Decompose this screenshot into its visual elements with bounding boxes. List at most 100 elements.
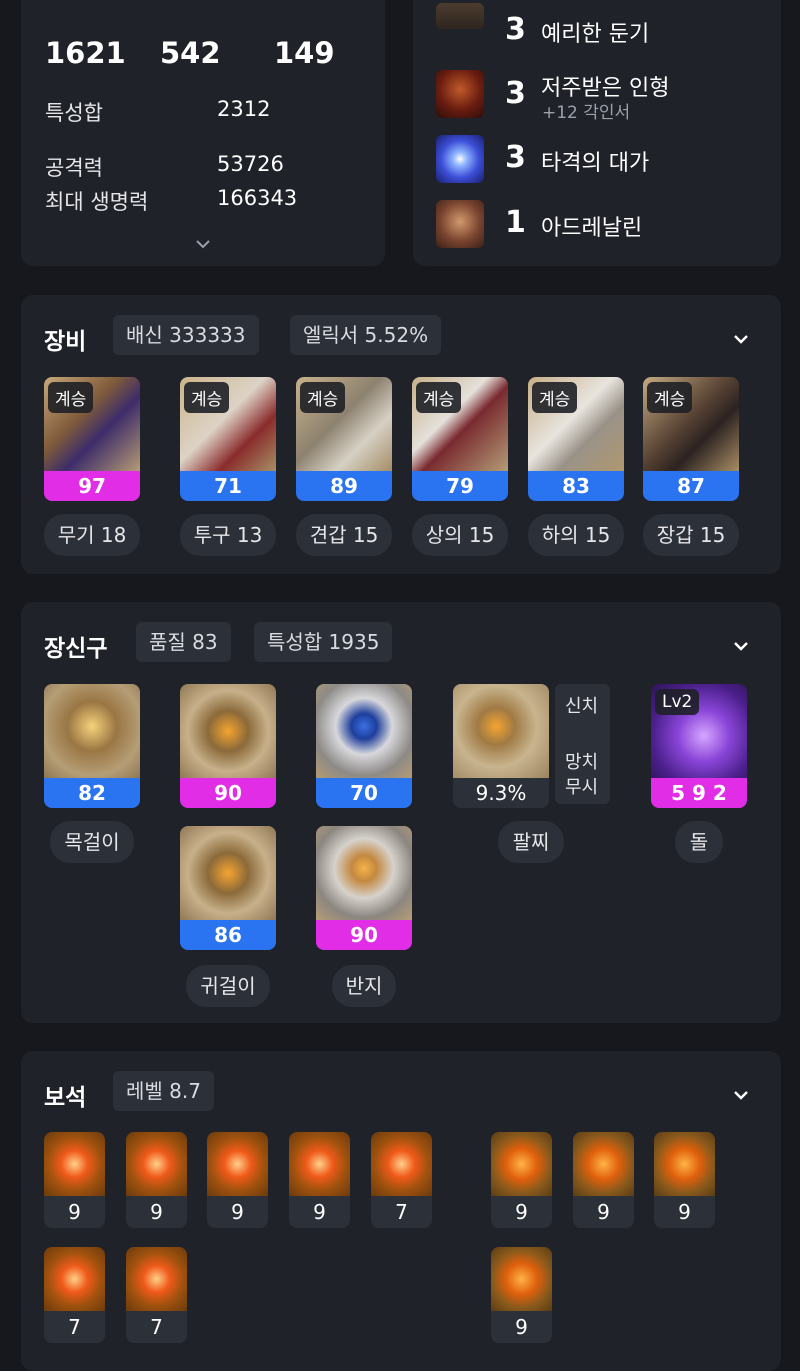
engraving-icon-adrenaline <box>436 200 484 248</box>
quality-bar: 97 <box>44 471 140 501</box>
gem-damage[interactable]: 9 <box>126 1132 187 1228</box>
gem-damage[interactable]: 7 <box>44 1247 105 1343</box>
engraving-icon-blunt <box>436 3 484 29</box>
bracelet-effect: 무시 <box>565 777 599 798</box>
engravings-card: 3 예리한 둔기 3 저주받은 인형 +12 각인서 3 타격의 대가 1 아드… <box>413 0 781 266</box>
ring-image <box>316 826 412 920</box>
quality-bar: 90 <box>316 920 412 950</box>
equipment-label-helmet: 투구 13 <box>180 514 276 556</box>
equipment-label-shoulder: 견갑 15 <box>296 514 392 556</box>
engraving-icon-cursed-doll <box>436 70 484 118</box>
stat-label-max-hp: 최대 생명력 <box>45 190 149 214</box>
gem-level-chip: 레벨 8.7 <box>113 1071 214 1111</box>
gem-damage[interactable]: 9 <box>289 1132 350 1228</box>
accessories-section: 장신구 품질 83 특성합 1935 82 목걸이 90 86 귀걸이 70 9… <box>21 602 781 1023</box>
accessory-earring-2[interactable]: 86 <box>180 826 276 950</box>
gem-cooldown[interactable]: 9 <box>654 1132 715 1228</box>
quality-bar: 70 <box>316 778 412 808</box>
succession-tag: 계승 <box>184 382 230 413</box>
accessories-collapse-chevron-icon[interactable] <box>730 635 752 657</box>
damage-gem-image <box>371 1132 432 1196</box>
gems-title: 보석 <box>44 1085 87 1111</box>
elixir-chip: 엘릭서 5.52% <box>290 315 442 355</box>
damage-gem-image <box>207 1132 268 1196</box>
quality-bar: 71 <box>180 471 276 501</box>
equipment-label-top: 상의 15 <box>412 514 508 556</box>
equipment-collapse-chevron-icon[interactable] <box>730 328 752 350</box>
accessory-bracelet[interactable]: 9.3% <box>453 684 549 808</box>
quality-bar: 87 <box>643 471 739 501</box>
damage-gem-image <box>289 1132 350 1196</box>
gem-level: 9 <box>207 1196 268 1228</box>
necklace-label: 목걸이 <box>50 821 134 863</box>
gem-level: 9 <box>491 1196 552 1228</box>
bracelet-effect: 신치 <box>565 696 599 717</box>
accessory-ability-stone[interactable]: Lv2 5 9 2 <box>651 684 747 808</box>
bracelet-value: 9.3% <box>453 778 549 808</box>
accessory-ring-1[interactable]: 70 <box>316 684 412 808</box>
engraving-level: 3 <box>505 140 526 175</box>
gem-damage[interactable]: 7 <box>371 1132 432 1228</box>
cooldown-gem-image <box>491 1132 552 1196</box>
stone-level-tag: Lv2 <box>655 689 700 715</box>
succession-tag: 계승 <box>416 382 462 413</box>
cooldown-gem-image <box>573 1132 634 1196</box>
gem-damage[interactable]: 7 <box>126 1247 187 1343</box>
damage-gem-image <box>126 1132 187 1196</box>
engraving-name: 예리한 둔기 <box>541 22 650 47</box>
gem-cooldown[interactable]: 9 <box>573 1132 634 1228</box>
damage-gem-image <box>44 1247 105 1311</box>
gems-collapse-chevron-icon[interactable] <box>730 1084 752 1106</box>
gem-level: 7 <box>44 1311 105 1343</box>
equipment-label-gloves: 장갑 15 <box>643 514 739 556</box>
quality-bar: 90 <box>180 778 276 808</box>
gem-cooldown[interactable]: 9 <box>491 1247 552 1343</box>
earring-label: 귀걸이 <box>186 965 270 1007</box>
accessory-ring-2[interactable]: 90 <box>316 826 412 950</box>
stat-label-attack: 공격력 <box>45 156 103 180</box>
equipment-item-weapon[interactable]: 계승 97 <box>44 377 140 501</box>
gem-cooldown[interactable]: 9 <box>491 1132 552 1228</box>
gem-level: 9 <box>491 1311 552 1343</box>
betrayal-chip: 배신 333333 <box>113 315 259 355</box>
gem-level: 9 <box>126 1196 187 1228</box>
damage-gem-image <box>126 1247 187 1311</box>
stat-value-2: 542 <box>160 36 221 70</box>
equipment-label-weapon: 무기 18 <box>44 514 140 556</box>
equipment-item-bottom[interactable]: 계승 83 <box>528 377 624 501</box>
bracelet-effects-box: 신치 망치 무시 <box>555 684 610 804</box>
succession-tag: 계승 <box>48 382 94 413</box>
stone-value: 5 9 2 <box>651 778 747 808</box>
quality-bar: 89 <box>296 471 392 501</box>
accessory-earring-1[interactable]: 90 <box>180 684 276 808</box>
earring-image <box>180 826 276 920</box>
stat-label-trait-sum: 특성합 <box>45 101 103 125</box>
gem-level: 9 <box>289 1196 350 1228</box>
quality-bar: 86 <box>180 920 276 950</box>
engraving-level: 1 <box>505 205 526 240</box>
quality-bar: 79 <box>412 471 508 501</box>
trait-sum-chip: 특성합 1935 <box>254 622 393 662</box>
gem-level: 9 <box>44 1196 105 1228</box>
equipment-section: 장비 배신 333333 엘릭서 5.52% 계승 97 계승 71 계승 89… <box>21 295 781 574</box>
quality-bar: 83 <box>528 471 624 501</box>
stat-value-3: 149 <box>274 36 335 70</box>
equipment-item-gloves[interactable]: 계승 87 <box>643 377 739 501</box>
expand-chevron-icon[interactable] <box>193 236 213 252</box>
gem-damage[interactable]: 9 <box>44 1132 105 1228</box>
quality-bar: 82 <box>44 778 140 808</box>
bracelet-effect: 망치 <box>565 752 599 773</box>
cooldown-gem-image <box>491 1247 552 1311</box>
equipment-item-helmet[interactable]: 계승 71 <box>180 377 276 501</box>
gem-damage[interactable]: 9 <box>207 1132 268 1228</box>
engraving-book-note: +12 각인서 <box>542 103 631 123</box>
accessory-necklace[interactable]: 82 <box>44 684 140 808</box>
equipment-item-top[interactable]: 계승 79 <box>412 377 508 501</box>
ring-label: 반지 <box>332 965 396 1007</box>
earring-image <box>180 684 276 778</box>
engraving-name: 아드레날린 <box>541 216 643 241</box>
equipment-item-shoulder[interactable]: 계승 89 <box>296 377 392 501</box>
stat-value-1: 1621 <box>45 36 126 70</box>
quality-avg-chip: 품질 83 <box>136 622 231 662</box>
stats-card: 1621 542 149 특성합 2312 공격력 53726 최대 생명력 1… <box>21 0 385 266</box>
